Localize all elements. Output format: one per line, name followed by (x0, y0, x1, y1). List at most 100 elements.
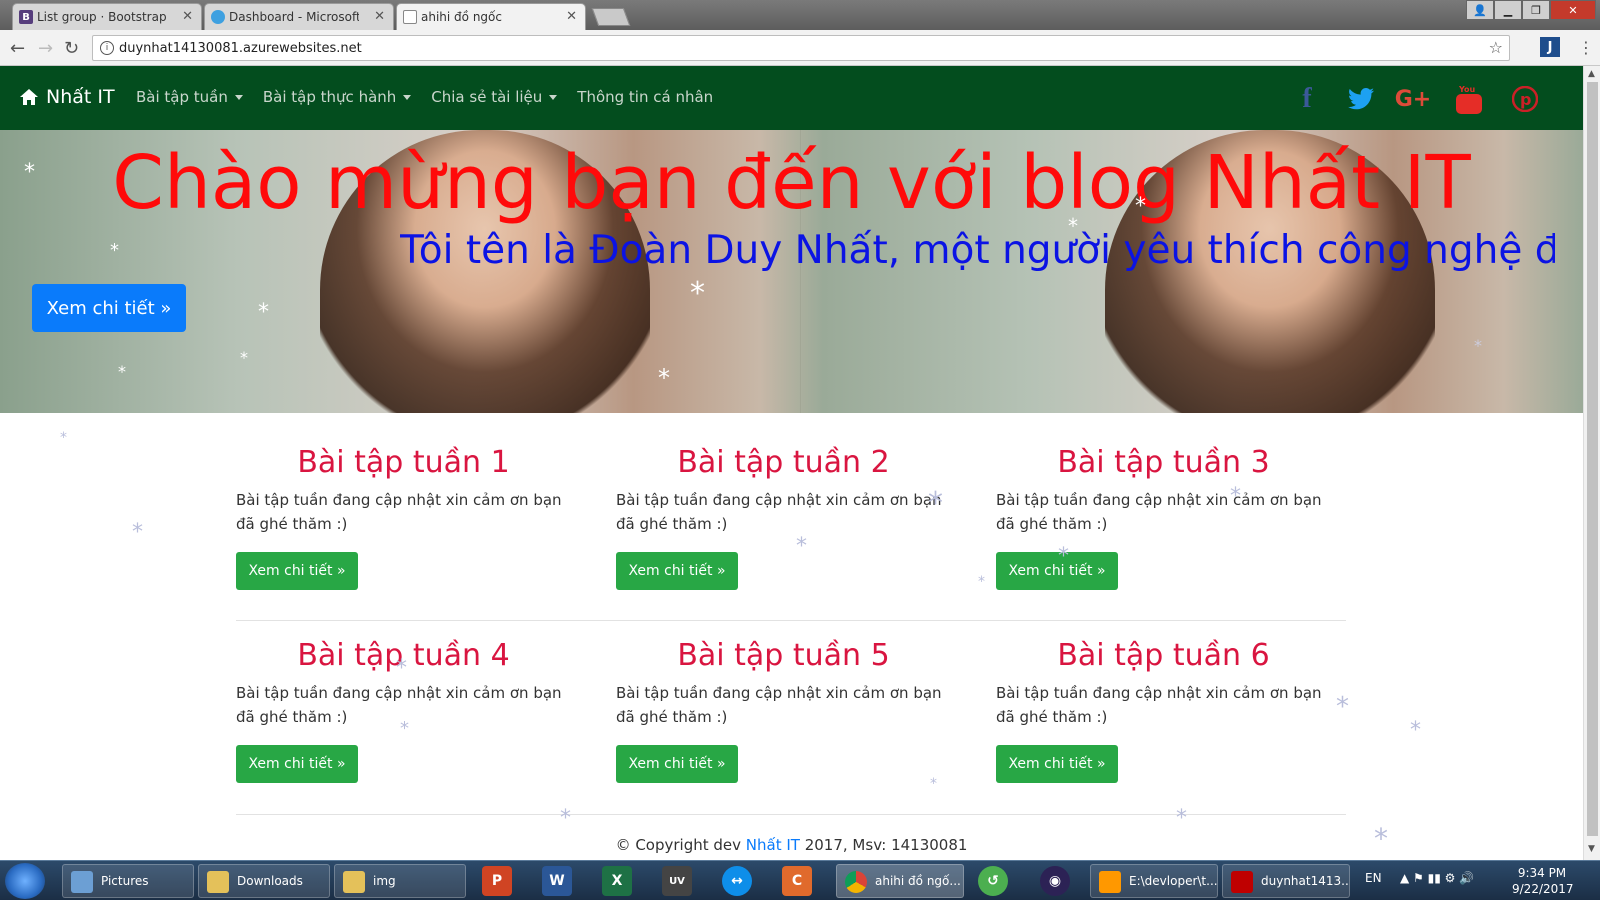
card-title: Bài tập tuần 5 (677, 638, 890, 673)
filezilla-icon (1231, 871, 1253, 893)
reload-icon[interactable]: ↻ (64, 38, 79, 59)
tab-list-group[interactable]: B List group · Bootstrap ✕ (12, 3, 202, 30)
nav-thong-tin-ca-nhan[interactable]: Thông tin cá nhân (577, 88, 713, 106)
tab-ahihi[interactable]: ahihi đồ ngốc ✕ (396, 3, 586, 30)
taskbar-item-chrome[interactable]: ahihi đồ ngố... (836, 864, 964, 898)
card-detail-button[interactable]: Xem chi tiết » (616, 745, 738, 783)
pinterest-icon[interactable]: p (1508, 82, 1542, 116)
snowflake-icon: * (1410, 718, 1421, 743)
bookmark-star-icon[interactable]: ☆ (1489, 38, 1503, 57)
snowflake-icon: * (796, 534, 807, 559)
card-detail-button[interactable]: Xem chi tiết » (996, 552, 1118, 590)
tab-label: List group · Bootstrap (37, 10, 167, 24)
home-icon (20, 89, 38, 105)
snowflake-icon: * (930, 776, 937, 792)
forward-icon[interactable]: → (38, 38, 53, 59)
hero-subtitle: Tôi tên là Đoàn Duy Nhất, một người yêu … (400, 228, 1555, 273)
card-week-2: Bài tập tuần 2 Bài tập tuần đang cập nhậ… (616, 445, 951, 590)
nav-bai-tap-thuc-hanh[interactable]: Bài tập thực hành (263, 88, 412, 106)
url-text: duynhat14130081.azurewebsites.net (119, 40, 362, 56)
word-icon[interactable]: W (542, 866, 572, 896)
card-title: Bài tập tuần 3 (1057, 445, 1270, 480)
url-input[interactable]: i duynhat14130081.azurewebsites.net ☆ (92, 35, 1510, 61)
taskbar-item-img[interactable]: img (334, 864, 466, 898)
site-navbar: Nhất IT Bài tập tuần Bài tập thực hành C… (0, 66, 1583, 130)
maximize-button[interactable]: ❐ (1522, 0, 1550, 20)
tab-dashboard[interactable]: Dashboard - Microsoft A ✕ (204, 3, 394, 30)
twitter-icon[interactable] (1344, 82, 1378, 116)
page-scrollbar[interactable]: ▲ ▼ (1583, 66, 1600, 860)
snowflake-icon: * (24, 160, 35, 185)
powerpoint-icon[interactable]: P (482, 866, 512, 896)
footer-link[interactable]: Nhất IT (746, 836, 800, 854)
card-text: Bài tập tuần đang cập nhật xin cảm ơn bạ… (236, 491, 562, 533)
hero-detail-button[interactable]: Xem chi tiết » (32, 284, 186, 332)
card-detail-button[interactable]: Xem chi tiết » (616, 552, 738, 590)
language-indicator[interactable]: EN (1365, 871, 1382, 885)
brand-link[interactable]: Nhất IT (20, 86, 115, 108)
taskbar-item-downloads[interactable]: Downloads (198, 864, 330, 898)
card-title: Bài tập tuần 1 (297, 445, 510, 480)
scroll-down-icon[interactable]: ▼ (1588, 844, 1595, 854)
folder-icon (207, 871, 229, 893)
youtube-icon[interactable]: You (1452, 82, 1486, 116)
taskbar-item-sublime[interactable]: E:\devloper\t... (1090, 864, 1218, 898)
snowflake-icon: * (1068, 214, 1078, 238)
snowflake-icon: * (560, 806, 571, 831)
info-icon[interactable]: i (100, 41, 114, 55)
tab-label: Dashboard - Microsoft A (229, 10, 359, 24)
hero-banner: Chào mừng bạn đến với blog Nhất IT Tôi t… (0, 130, 1583, 413)
menu-icon[interactable]: ⋮ (1578, 38, 1594, 57)
caret-down-icon (549, 94, 558, 100)
scroll-up-icon[interactable]: ▲ (1588, 69, 1595, 79)
extension-icon[interactable]: J (1540, 37, 1560, 57)
copyright-suffix: 2017, Msv: 14130081 (799, 836, 968, 854)
card-detail-button[interactable]: Xem chi tiết » (236, 552, 358, 590)
close-icon[interactable]: ✕ (566, 9, 577, 24)
snowflake-icon: * (658, 364, 670, 392)
teamviewer-icon[interactable]: ↔ (722, 866, 752, 896)
excel-icon[interactable]: X (602, 866, 632, 896)
new-tab-button[interactable] (591, 8, 631, 26)
facebook-icon[interactable]: f (1290, 82, 1324, 116)
pictures-icon (71, 871, 93, 893)
svg-text:You: You (1458, 85, 1476, 94)
back-icon[interactable]: ← (10, 38, 25, 59)
close-icon[interactable]: ✕ (182, 9, 193, 24)
clock[interactable]: 9:34 PM 9/22/2017 (1512, 865, 1574, 897)
copyright-text: © Copyright dev (615, 836, 746, 854)
snowflake-icon: * (1058, 544, 1069, 569)
app-icon[interactable]: ↺ (978, 866, 1008, 896)
page-icon (403, 10, 417, 24)
nav-chia-se-tai-lieu[interactable]: Chia sẻ tài liệu (431, 88, 558, 106)
unikey-icon[interactable]: UV (662, 866, 692, 896)
card-detail-button[interactable]: Xem chi tiết » (996, 745, 1118, 783)
close-window-button[interactable]: ✕ (1550, 0, 1596, 20)
address-bar: ← → ↻ i duynhat14130081.azurewebsites.ne… (0, 30, 1600, 66)
card-detail-button[interactable]: Xem chi tiết » (236, 745, 358, 783)
ccleaner-icon[interactable]: C (782, 866, 812, 896)
tray-icons[interactable]: ▲ ⚑ ▮▮ ⚙ 🔊 (1400, 871, 1474, 885)
eclipse-icon[interactable]: ◉ (1040, 866, 1070, 896)
snowflake-icon: * (258, 300, 269, 325)
bootstrap-icon: B (19, 10, 33, 24)
card-title: Bài tập tuần 2 (677, 445, 890, 480)
scroll-thumb[interactable] (1587, 82, 1598, 836)
taskbar-item-filezilla[interactable]: duynhat1413... (1222, 864, 1350, 898)
snowflake-icon: * (1474, 336, 1482, 355)
start-button[interactable] (5, 863, 45, 899)
user-icon[interactable]: 👤 (1466, 0, 1494, 20)
sublime-icon (1099, 871, 1121, 893)
browser-tab-strip: B List group · Bootstrap ✕ Dashboard - M… (0, 0, 1600, 30)
card-week-3: Bài tập tuần 3 Bài tập tuần đang cập nhậ… (996, 445, 1331, 590)
card-week-1: Bài tập tuần 1 Bài tập tuần đang cập nhậ… (236, 445, 571, 590)
taskbar-item-pictures[interactable]: Pictures (62, 864, 194, 898)
snowflake-icon: * (1135, 194, 1146, 219)
snowflake-icon: * (396, 656, 407, 681)
snowflake-icon: * (1230, 484, 1241, 509)
snowflake-icon: * (60, 430, 67, 446)
google-plus-icon[interactable]: G+ (1395, 82, 1432, 116)
minimize-button[interactable]: ▁ (1494, 0, 1522, 20)
close-icon[interactable]: ✕ (374, 9, 385, 24)
nav-bai-tap-tuan[interactable]: Bài tập tuần (136, 88, 243, 106)
